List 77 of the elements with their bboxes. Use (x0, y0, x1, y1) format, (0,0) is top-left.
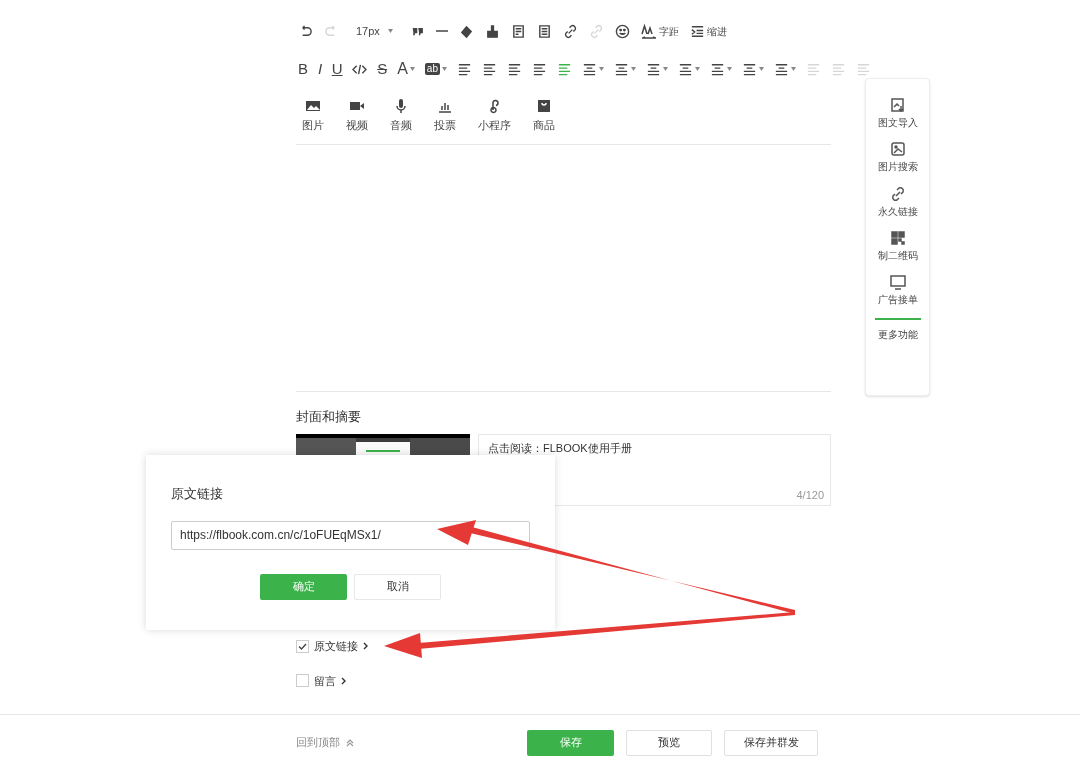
paragraph-icon (709, 61, 725, 77)
caret-icon (598, 67, 604, 71)
toolbar-button[interactable]: U (330, 58, 345, 80)
caret-icon (441, 67, 447, 71)
qr-code-icon (889, 229, 906, 246)
caret-icon (694, 67, 700, 71)
caret-icon (387, 29, 393, 33)
side-tool-button[interactable]: 制二维码 (877, 229, 918, 263)
media-button[interactable]: 音频 (390, 98, 412, 134)
align-icon (855, 61, 871, 77)
document-icon (536, 23, 552, 39)
footer-button[interactable]: 预览 (626, 729, 712, 756)
caret-icon (630, 67, 636, 71)
option-label[interactable]: 留言 (314, 672, 336, 689)
chevron-icon (363, 642, 368, 651)
ad-icon (889, 274, 906, 290)
align-icon (481, 61, 497, 77)
checkbox[interactable] (296, 639, 309, 653)
side-tool-button[interactable]: 永久链接 (877, 185, 918, 219)
caret-icon (409, 67, 415, 71)
paragraph-icon (741, 61, 757, 77)
checkbox[interactable] (296, 674, 309, 688)
paragraph-icon (645, 61, 661, 77)
letter-spacing-icon (640, 23, 657, 39)
media-button[interactable]: 投票 (434, 98, 456, 134)
align-icon (805, 61, 821, 77)
side-tool-button[interactable]: 图文导入 (877, 97, 918, 131)
more-features-button[interactable]: 更多功能 (874, 318, 921, 343)
toolbar-button[interactable]: S (375, 58, 390, 80)
back-to-top-link[interactable]: 回到顶部 (296, 734, 354, 751)
goods-icon (536, 98, 552, 114)
toolbar-button[interactable]: B (296, 58, 310, 80)
caret-icon (790, 67, 796, 71)
footer-button[interactable]: 保存并群发 (724, 729, 818, 756)
side-tool-button[interactable]: 广告接单 (877, 274, 918, 308)
toolbar-button[interactable]: A (395, 58, 417, 80)
side-tool-button[interactable]: 图片搜索 (877, 141, 918, 175)
image-import-icon (889, 97, 906, 113)
audio-icon (393, 98, 409, 114)
toolbar-button[interactable]: ab (422, 58, 449, 80)
align-icon (830, 61, 846, 77)
document-icon (510, 23, 526, 39)
caret-icon (726, 67, 732, 71)
align-icon (456, 61, 472, 77)
section-title: 封面和摘要 (296, 407, 362, 426)
paragraph-icon (613, 61, 629, 77)
chevron-icon (341, 676, 346, 685)
smiley-icon (614, 23, 630, 39)
toolbar-button[interactable]: 缩进 (687, 20, 729, 42)
paragraph-icon (677, 61, 693, 77)
align-icon (531, 61, 547, 77)
url-input-field[interactable]: https://flbook.com.cn/c/1oFUEqMSx1/ (171, 520, 530, 550)
dialog-title: 原文链接 (171, 485, 224, 503)
media-button[interactable]: 图片 (302, 98, 324, 134)
option-label[interactable]: 原文链接 (314, 638, 358, 655)
indent-icon (689, 23, 705, 39)
align-icon (556, 61, 572, 77)
caret-icon (758, 67, 764, 71)
double-chevron-icon (346, 738, 354, 747)
toolbar-button[interactable]: 17px (348, 20, 401, 42)
horizontal-rule-icon (435, 30, 448, 32)
image-icon (305, 98, 321, 114)
paragraph-icon (773, 61, 789, 77)
caret-icon (662, 67, 668, 71)
image-search-icon (889, 141, 906, 158)
media-button[interactable]: 商品 (533, 98, 555, 134)
link-icon (588, 23, 604, 39)
media-button[interactable]: 小程序 (478, 98, 511, 134)
link-icon (562, 23, 578, 39)
toolbar-button[interactable]: I (316, 58, 325, 80)
link-icon (889, 185, 906, 202)
paragraph-icon (581, 61, 597, 77)
dialog-button[interactable]: 取消 (354, 573, 441, 600)
align-icon (506, 61, 522, 77)
media-button[interactable]: 视频 (346, 98, 368, 134)
toolbar-button[interactable]: 字距 (638, 20, 681, 42)
character-counter: 4/120 (796, 487, 824, 503)
